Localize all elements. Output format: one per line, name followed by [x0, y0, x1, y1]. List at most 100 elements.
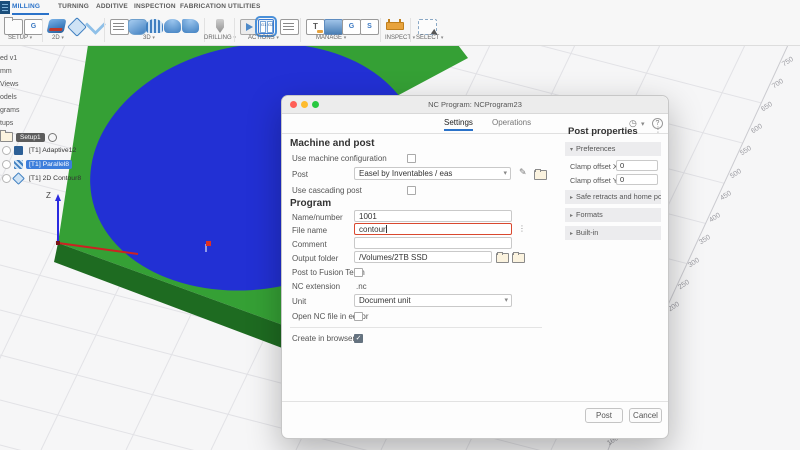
operation-label[interactable]: [T1] Parallel8 [26, 160, 73, 169]
3d-adaptive-icon[interactable] [110, 19, 129, 35]
3d-spiral-icon[interactable] [182, 19, 199, 33]
post-process-icon[interactable]: G1 G2 [255, 16, 277, 37]
post-label: Post [292, 170, 309, 179]
machine-and-post-heading: Machine and post [290, 138, 375, 149]
footer-divider [282, 401, 668, 402]
browser-item-named-views[interactable]: Views [0, 81, 19, 88]
form-divider [290, 327, 542, 328]
post-to-fusion-team-checkbox[interactable] [354, 268, 363, 277]
machine-library-icon[interactable] [324, 19, 343, 35]
operation-status-icon [2, 174, 11, 183]
3d-scallop-icon[interactable] [164, 19, 181, 33]
3d-parallel-icon[interactable] [146, 19, 163, 33]
operation-row[interactable]: [T1] Adaptive12 [0, 146, 79, 155]
dialog-tab-settings[interactable]: Settings [444, 118, 473, 131]
tab-fabrication[interactable]: FABRICATION [180, 3, 226, 10]
2d-adaptive-icon[interactable] [67, 17, 87, 37]
tool-library-icon[interactable]: T [306, 19, 325, 35]
post-properties-heading: Post properties [568, 126, 638, 137]
tab-turning[interactable]: TURNING [58, 3, 89, 10]
post-process-glyph: G1 G2 [258, 19, 274, 34]
browser-item-units[interactable]: mm [0, 68, 12, 75]
safe-retracts-section-header[interactable]: ▸Safe retracts and home positioning [565, 190, 661, 204]
chevron-down-icon[interactable]: ▾ [641, 120, 645, 128]
nc-extension-label: NC extension [292, 282, 341, 291]
application-menu-icon[interactable] [0, 1, 10, 14]
operation-row[interactable]: [T1] Parallel8 [0, 160, 73, 169]
browser-item-setups[interactable]: tups [0, 120, 13, 127]
group-label-select[interactable]: SELECT ▾ [416, 35, 443, 41]
post-select[interactable]: Easel by Inventables / eas ▾ [354, 167, 511, 180]
name-number-input[interactable]: 1001 [354, 210, 512, 222]
built-in-section-header[interactable]: ▸ Built-in [565, 226, 661, 240]
setup-label[interactable]: Setup1 [16, 132, 45, 142]
edit-post-pencil-icon[interactable]: ✎ [519, 167, 527, 178]
operation-label[interactable]: [T1] Adaptive12 [26, 146, 79, 155]
measure-icon[interactable] [386, 19, 404, 30]
ribbon-toolbar: MILLING TURNING ADDITIVE INSPECTION FABR… [0, 0, 800, 46]
group-label-actions[interactable]: ACTIONS ▾ [248, 35, 279, 41]
group-label-2d[interactable]: 2D ▾ [52, 35, 64, 41]
tab-milling[interactable]: MILLING [12, 3, 40, 10]
use-machine-configuration-label: Use machine configuration [292, 154, 387, 163]
simulate-icon[interactable] [240, 19, 259, 35]
open-nc-file-checkbox[interactable] [354, 312, 363, 321]
output-folder-input[interactable]: /Volumes/2TB SSD [354, 251, 492, 263]
post-button[interactable]: Post [585, 408, 623, 423]
comment-label: Comment [292, 240, 327, 249]
file-name-input[interactable]: contour [354, 223, 512, 235]
fusion-manufacture-window: Z 750 700 650 600 550 500 450 400 350 30… [0, 0, 800, 450]
post-properties-menu-icon[interactable]: ⋮ [654, 125, 662, 134]
active-tab-underline [12, 13, 49, 15]
tab-additive[interactable]: ADDITIVE [96, 3, 128, 10]
text-cursor [385, 225, 387, 233]
clamp-offset-y-input[interactable]: 0 [616, 174, 658, 185]
dialog-title: NC Program: NCProgram23 [428, 100, 522, 109]
operation-label[interactable]: [T1] 2D Contour8 [26, 174, 84, 183]
setup-sheet-icon[interactable] [280, 19, 299, 35]
post-library-icon[interactable]: G [342, 19, 361, 35]
create-in-browser-checkbox[interactable]: ✓ [354, 334, 363, 343]
formats-section-header[interactable]: ▸ Formats [565, 208, 661, 222]
use-cascading-post-checkbox[interactable] [407, 186, 416, 195]
dialog-tab-operations[interactable]: Operations [492, 118, 531, 127]
group-label-drilling[interactable]: DRILLING ▾ [204, 35, 236, 41]
group-label-manage[interactable]: MANAGE ▾ [316, 35, 346, 41]
clamp-offset-x-input[interactable]: 0 [616, 160, 658, 171]
operation-row[interactable]: [T1] 2D Contour8 [0, 172, 84, 185]
browser-item-document[interactable]: ed v1 [0, 55, 17, 62]
browse-output-folder-icon[interactable] [512, 252, 525, 263]
2d-contour-icon[interactable] [84, 13, 107, 36]
drilling-icon[interactable] [216, 19, 224, 33]
3d-pocket-icon[interactable] [128, 19, 147, 35]
unit-label: Unit [292, 297, 307, 306]
toolbar-divider [104, 18, 105, 42]
post-folder-icon[interactable] [534, 169, 547, 180]
new-nc-program-icon[interactable]: G [24, 19, 43, 35]
dialog-titlebar[interactable]: NC Program: NCProgram23 [282, 96, 668, 114]
group-label-setup[interactable]: SETUP ▾ [8, 35, 32, 41]
adaptive-toolpath-icon [14, 146, 23, 155]
file-name-options-icon[interactable]: ⋮ [518, 224, 526, 233]
use-machine-configuration-checkbox[interactable] [407, 154, 416, 163]
unit-select[interactable]: Document unit ▾ [354, 294, 512, 307]
browser-setup-row[interactable]: Setup1 [0, 132, 57, 142]
cancel-button[interactable]: Cancel [629, 408, 662, 423]
2d-pocket-icon[interactable] [46, 19, 67, 33]
toolbar-divider [42, 18, 43, 42]
post-select-value: Easel by Inventables / eas [359, 169, 453, 178]
browser-item-models[interactable]: odels [0, 94, 17, 101]
browser-item-nc-programs[interactable]: grams [0, 107, 19, 114]
group-label-3d[interactable]: 3D ▾ [143, 35, 155, 41]
preferences-section-header[interactable]: ▾ Preferences [565, 142, 661, 156]
new-setup-icon[interactable] [4, 17, 23, 35]
operation-status-icon [2, 146, 11, 155]
select-icon[interactable] [418, 19, 437, 35]
open-output-folder-icon[interactable] [496, 252, 509, 263]
wcs-origin [56, 241, 60, 245]
template-library-icon[interactable]: S [360, 19, 379, 35]
tab-inspection[interactable]: INSPECTION [134, 3, 176, 10]
tab-utilities[interactable]: UTILITIES [228, 3, 261, 10]
nc-extension-value: .nc [356, 282, 367, 291]
comment-input[interactable] [354, 237, 512, 249]
